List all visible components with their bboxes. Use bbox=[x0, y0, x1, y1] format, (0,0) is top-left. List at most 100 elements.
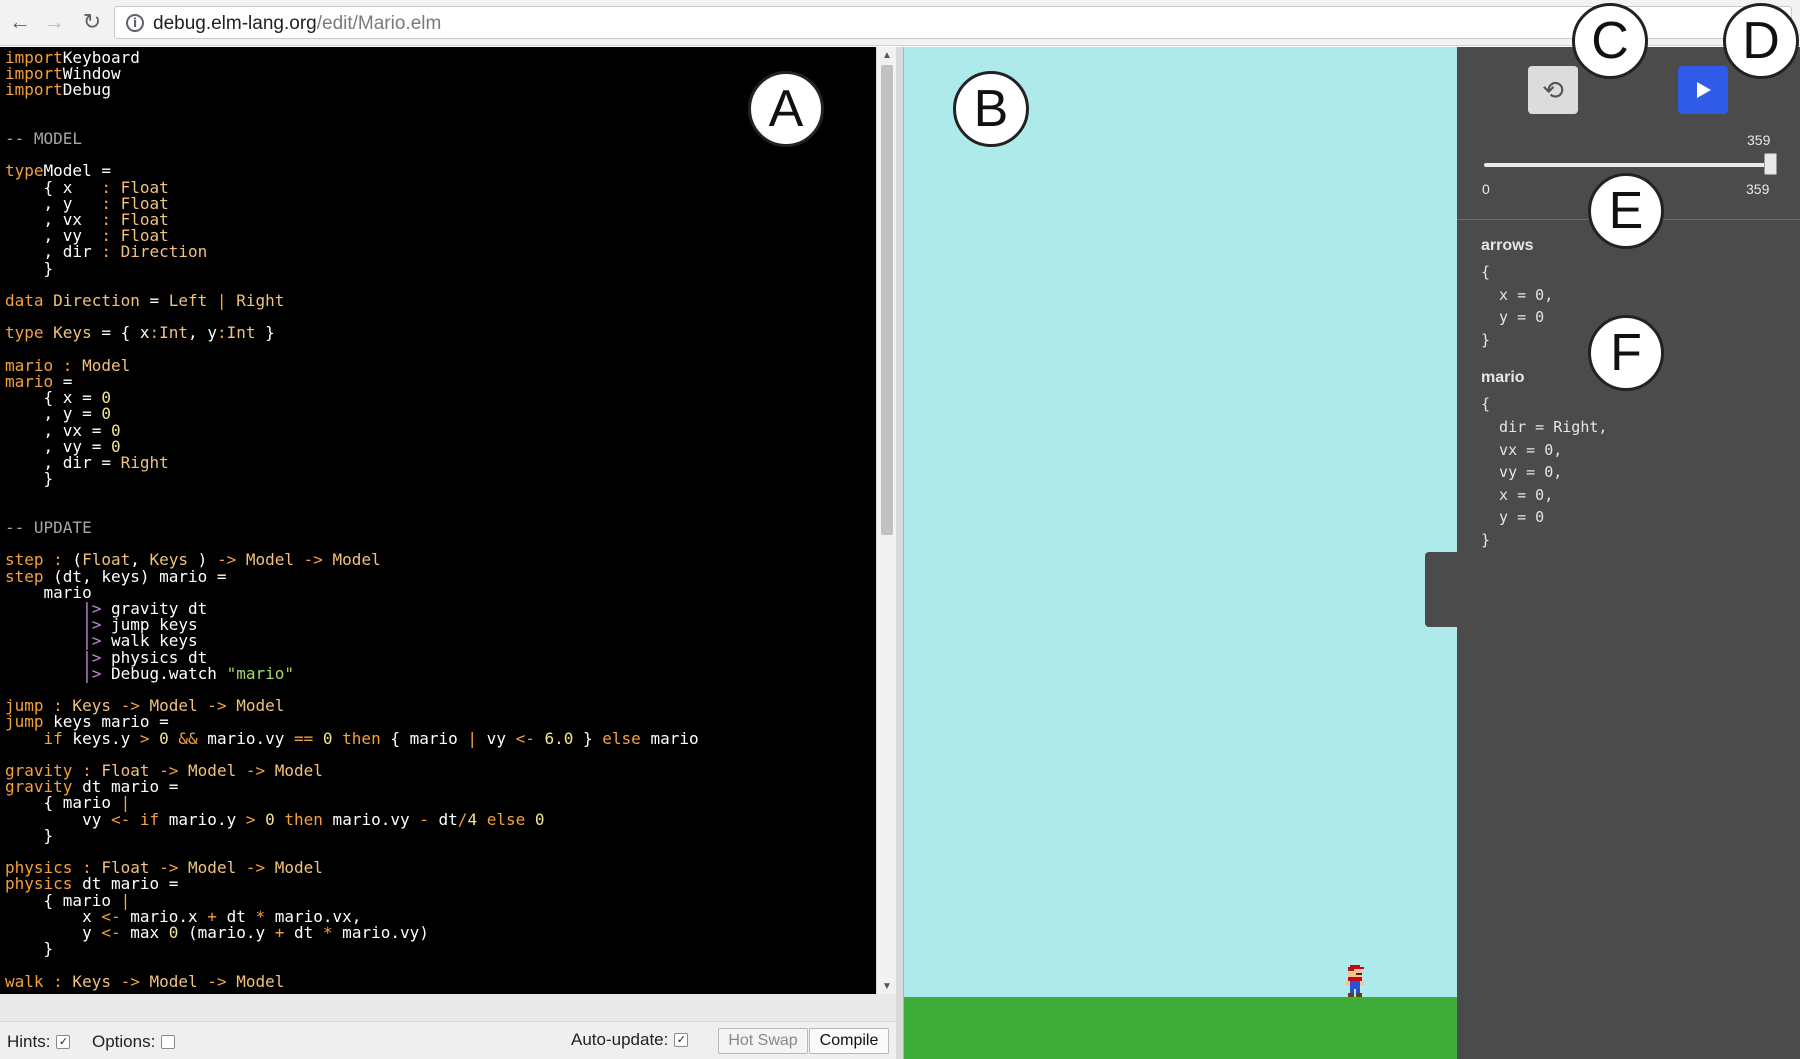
code-line[interactable] bbox=[5, 147, 876, 163]
code-line[interactable]: } bbox=[5, 941, 876, 957]
reload-icon[interactable]: ↻ bbox=[78, 8, 106, 36]
code-token: Model bbox=[265, 858, 323, 878]
watch-item: arrows { x = 0, y = 0 } bbox=[1481, 237, 1607, 351]
watch-name: arrows bbox=[1481, 237, 1534, 254]
code-line[interactable]: , vx = 0 bbox=[5, 422, 876, 439]
code-token: Int bbox=[159, 323, 189, 343]
code-line[interactable] bbox=[5, 504, 876, 520]
slider-max-label: 359 bbox=[1746, 181, 1770, 197]
options-checkbox[interactable] bbox=[161, 1035, 176, 1049]
code-line[interactable] bbox=[5, 342, 876, 358]
code-token: { mario bbox=[380, 728, 468, 748]
code-line[interactable]: |> Debug.watch "mario" bbox=[5, 663, 876, 683]
editor-scrollbar[interactable]: ▲ ▼ bbox=[876, 47, 896, 994]
hints-checkbox[interactable]: ✓ bbox=[56, 1035, 71, 1049]
code-token: -> bbox=[236, 858, 266, 878]
code-line[interactable]: physics dt mario = bbox=[5, 876, 876, 892]
code-token: -> bbox=[197, 696, 227, 716]
code-token: dt bbox=[284, 922, 323, 942]
code-token: -> bbox=[197, 971, 227, 991]
options-label: Options: bbox=[92, 1032, 156, 1051]
code-line[interactable] bbox=[5, 99, 876, 115]
play-button[interactable] bbox=[1678, 66, 1728, 114]
scrollbar-thumb[interactable] bbox=[881, 65, 893, 535]
code-token: if bbox=[130, 809, 160, 829]
hot-swap-button[interactable]: Hot Swap bbox=[718, 1028, 808, 1054]
code-token: else bbox=[477, 809, 526, 829]
code-line[interactable]: mario = bbox=[5, 373, 876, 390]
code-token: mario.vy bbox=[322, 809, 420, 829]
code-line[interactable]: gravity dt mario = bbox=[5, 779, 876, 795]
pane-divider[interactable] bbox=[896, 47, 904, 1059]
debugger-collapse-tab[interactable] bbox=[1425, 552, 1457, 627]
code-line[interactable]: { x = 0 bbox=[5, 390, 876, 406]
code-token: Model bbox=[236, 550, 294, 570]
code-token: else bbox=[602, 728, 641, 748]
restart-icon[interactable]: ⟲ bbox=[1528, 66, 1578, 114]
code-line[interactable]: y <- max 0 (mario.y + dt * mario.vy) bbox=[5, 922, 876, 942]
forward-arrow-icon[interactable]: → bbox=[40, 8, 68, 36]
timeline-slider-handle[interactable] bbox=[1764, 153, 1777, 175]
code-token: Model bbox=[139, 971, 198, 991]
code-line[interactable]: -- MODEL bbox=[5, 130, 876, 147]
code-token: Debug bbox=[62, 80, 111, 100]
code-line[interactable]: type Keys = { x:Int, y:Int } bbox=[5, 325, 876, 341]
options-option: Options: bbox=[92, 1032, 176, 1052]
code-token: 0 bbox=[255, 809, 275, 829]
code-line[interactable] bbox=[5, 115, 876, 131]
code-line[interactable] bbox=[5, 487, 876, 503]
watch-name: mario bbox=[1481, 369, 1525, 387]
code-line[interactable]: walk : Keys -> Model -> Model bbox=[5, 971, 876, 991]
code-line[interactable]: mario : Model bbox=[5, 357, 876, 374]
code-token: (mario.y bbox=[178, 922, 275, 942]
code-token: Int bbox=[226, 323, 256, 343]
code-line[interactable]: data Direction = Left | Right bbox=[5, 291, 876, 311]
code-token: Model bbox=[178, 858, 237, 878]
compile-button[interactable]: Compile bbox=[809, 1028, 889, 1054]
code-line[interactable]: , y = 0 bbox=[5, 406, 876, 422]
watch-value: { x = 0, y = 0 } bbox=[1481, 263, 1554, 349]
code-line[interactable]: , dir = Right bbox=[5, 453, 876, 473]
back-arrow-icon[interactable]: ← bbox=[6, 8, 34, 36]
timeline-slider[interactable] bbox=[1484, 163, 1777, 167]
code-line[interactable]: importDebug bbox=[5, 82, 876, 98]
code-line[interactable]: importWindow bbox=[5, 66, 876, 82]
code-line[interactable]: } bbox=[5, 827, 876, 844]
watch-value: { dir = Right, vx = 0, vy = 0, x = 0, y … bbox=[1481, 395, 1608, 549]
code-line[interactable]: vy <- if mario.y > 0 then mario.vy - dt/… bbox=[5, 809, 876, 829]
info-icon[interactable]: i bbox=[126, 14, 144, 32]
code-token: -- UPDATE bbox=[5, 517, 92, 537]
code-token: 0 bbox=[149, 728, 169, 748]
code-token: Right bbox=[120, 453, 169, 473]
code-token: then bbox=[274, 809, 323, 829]
code-text[interactable]: importKeyboard importWindow importDebug --… bbox=[5, 49, 876, 991]
code-token: : bbox=[101, 242, 111, 262]
code-token: <- bbox=[110, 809, 131, 829]
code-token: 0 bbox=[525, 809, 545, 829]
scroll-up-icon[interactable]: ▲ bbox=[877, 47, 897, 63]
code-editor[interactable]: importKeyboard importWindow importDebug --… bbox=[0, 47, 876, 994]
code-token: dt bbox=[428, 809, 458, 829]
code-token: : bbox=[149, 323, 160, 343]
code-token: "mario" bbox=[226, 663, 294, 683]
code-token: mario bbox=[640, 728, 699, 748]
code-line[interactable]: } bbox=[5, 260, 876, 277]
code-token: Left bbox=[168, 291, 208, 311]
code-token: Model bbox=[322, 550, 381, 570]
code-line[interactable]: -- UPDATE bbox=[5, 517, 876, 537]
annotation-e: E bbox=[1588, 173, 1664, 249]
autoupdate-checkbox[interactable]: ✓ bbox=[674, 1033, 689, 1047]
game-canvas[interactable] bbox=[904, 47, 1457, 1059]
code-line[interactable]: if keys.y > 0 && mario.vy == 0 then { ma… bbox=[5, 728, 876, 748]
code-token: } bbox=[255, 323, 275, 343]
slider-current-value: 359 bbox=[1747, 132, 1771, 148]
scroll-down-icon[interactable]: ▼ bbox=[877, 978, 897, 994]
code-line[interactable]: , dir : Direction bbox=[5, 244, 876, 260]
code-line[interactable]: } bbox=[5, 471, 876, 487]
code-line[interactable]: step (dt, keys) mario = bbox=[5, 568, 876, 585]
address-bar[interactable]: i debug.elm-lang.org/edit/Mario.elm bbox=[114, 6, 1792, 39]
code-token: then bbox=[332, 728, 381, 748]
code-token: * bbox=[322, 922, 333, 942]
code-line[interactable]: importKeyboard bbox=[5, 49, 876, 66]
